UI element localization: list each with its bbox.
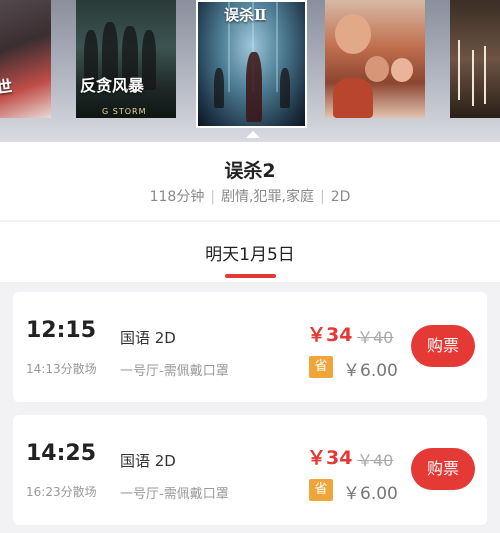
poster-figure: [246, 52, 262, 122]
show-hall: 一号厅-需佩戴口罩: [120, 364, 229, 379]
poster-stroke: [484, 46, 486, 104]
show-price: ￥34: [307, 447, 353, 469]
buy-ticket-button[interactable]: 购票: [411, 448, 475, 490]
poster-fanyfengbao[interactable]: 反贪风暴 G STORM: [76, 0, 176, 118]
poster-face: [365, 56, 389, 82]
poster-selected[interactable]: 误杀Ⅱ: [196, 0, 307, 128]
poster-subcaption: G STORM: [102, 107, 147, 116]
save-badge: 省: [309, 479, 333, 501]
poster-face: [335, 14, 371, 54]
show-original-price: ￥40: [357, 328, 394, 347]
poster-stroke: [458, 40, 460, 100]
poster-figure: [333, 78, 373, 118]
show-start-time: 14:25: [26, 441, 97, 466]
show-end-time: 14:13分散场: [26, 362, 97, 376]
save-amount: ￥6.00: [343, 484, 398, 504]
poster-face: [391, 58, 413, 82]
selected-poster-caret: [246, 131, 260, 138]
poster-comedy[interactable]: [325, 0, 425, 118]
poster-left-cut[interactable]: 出世: [0, 0, 51, 118]
show-hall: 一号厅-需佩戴口罩: [120, 487, 229, 502]
meta-divider: |: [210, 189, 216, 205]
poster-caption: 出世: [0, 76, 14, 100]
poster-caption: 误杀Ⅱ: [224, 6, 267, 24]
poster-figure: [280, 68, 290, 108]
poster-right-cut[interactable]: [450, 0, 500, 118]
show-original-price: ￥40: [357, 451, 394, 470]
showtime-card: 12:15 14:13分散场 国语 2D 一号厅-需佩戴口罩 ￥34 ￥40 省…: [13, 292, 487, 402]
save-badge: 省: [309, 356, 333, 378]
show-price: ￥34: [307, 324, 353, 346]
movie-info: 误杀2 118分钟 | 剧情,犯罪,家庭 | 2D: [0, 142, 500, 220]
show-end-time: 16:23分散场: [26, 485, 97, 499]
show-start-time: 12:15: [26, 318, 97, 343]
movie-meta: 118分钟 | 剧情,犯罪,家庭 | 2D: [0, 186, 500, 206]
save-amount: ￥6.00: [343, 361, 398, 381]
poster-carousel[interactable]: 出世 反贪风暴 G STORM 误杀Ⅱ: [0, 0, 500, 142]
show-language: 国语 2D: [120, 452, 176, 470]
buy-ticket-button[interactable]: 购票: [411, 325, 475, 367]
active-tab-indicator: [225, 274, 276, 278]
movie-duration: 118分钟: [149, 189, 205, 205]
movie-title: 误杀2: [224, 160, 276, 182]
poster-caption: 反贪风暴: [80, 76, 145, 95]
showtime-card: 14:25 16:23分散场 国语 2D 一号厅-需佩戴口罩 ￥34 ￥40 省…: [13, 415, 487, 525]
date-tabs: 明天1月5日: [0, 222, 500, 282]
movie-format: 2D: [330, 189, 351, 205]
date-tab-tomorrow[interactable]: 明天1月5日: [0, 240, 500, 265]
poster-stroke: [472, 50, 474, 106]
show-language: 国语 2D: [120, 329, 176, 347]
movie-genres: 剧情,犯罪,家庭: [221, 189, 314, 205]
poster-figure: [214, 68, 224, 108]
meta-divider: |: [319, 189, 325, 205]
